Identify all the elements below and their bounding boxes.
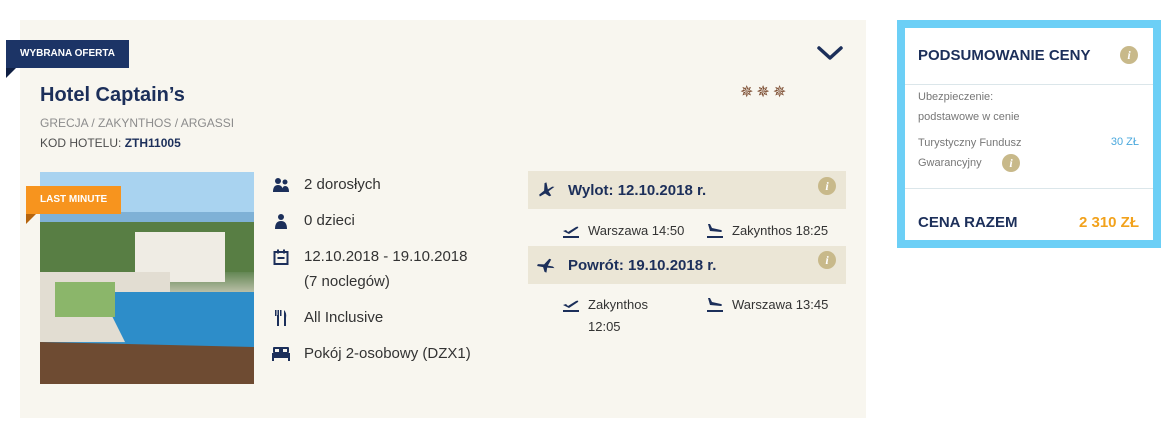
- fund-value: 30 ZŁ: [1110, 136, 1139, 148]
- trip-details: 2 dorosłych 0 dzieci 12.10.2018 - 19.10.…: [270, 172, 510, 377]
- person-icon: [270, 208, 292, 233]
- insurance-label: Ubezpieczenie:: [918, 91, 994, 103]
- hotel-code: KOD HOTELU: ZTH11005: [40, 136, 181, 150]
- outbound-flight-header: Wylot: 12.10.2018 r.: [528, 171, 846, 209]
- star-rating: ✵✵✵: [740, 84, 790, 101]
- nights-text: (7 noclegów): [304, 273, 390, 290]
- ribbon-fold: [6, 68, 16, 78]
- dates-text: 12.10.2018 - 19.10.2018: [304, 248, 468, 265]
- children-text: 0 dzieci: [304, 212, 355, 229]
- return-departure: Zakynthos 12:05: [562, 294, 648, 338]
- outbound-departure: Warszawa 14:50: [562, 220, 684, 242]
- badge-fold: [26, 214, 36, 224]
- bed-icon: [270, 341, 292, 366]
- plane-icon: [539, 182, 555, 197]
- return-departure-city: Zakynthos: [588, 297, 648, 312]
- plane-icon: [537, 258, 555, 273]
- return-departure-text-group: Zakynthos 12:05: [588, 294, 648, 338]
- board-text: All Inclusive: [304, 309, 384, 326]
- return-title: Powrót: 19.10.2018 r.: [568, 256, 717, 274]
- outbound-departure-text: Warszawa 14:50: [588, 223, 685, 238]
- return-arrival-text: Warszawa 13:45: [732, 297, 829, 312]
- dates-row: 12.10.2018 - 19.10.2018 (7 noclegów): [270, 244, 510, 294]
- hotel-code-label: KOD HOTELU:: [40, 136, 122, 150]
- fund-info-icon[interactable]: i: [1002, 154, 1020, 172]
- room-text: Pokój 2-osobowy (DZX1): [304, 345, 471, 362]
- takeoff-icon: [563, 226, 579, 238]
- total-label: CENA RAZEM: [918, 214, 1018, 231]
- fund-label-2: Gwarancyjny: [918, 157, 982, 169]
- adults-text: 2 dorosłych: [304, 176, 381, 193]
- outbound-arrival-text: Zakynthos 18:25: [732, 223, 829, 238]
- summary-divider: [905, 84, 1153, 85]
- dates-text-group: 12.10.2018 - 19.10.2018 (7 noclegów): [304, 244, 467, 294]
- outbound-title: Wylot: 12.10.2018 r.: [568, 181, 707, 199]
- summary-title: PODSUMOWANIE CENY: [918, 47, 1091, 64]
- return-departure-time: 12:05: [588, 319, 621, 334]
- board-row: All Inclusive: [270, 305, 510, 330]
- people-icon: [270, 172, 292, 197]
- landing-icon: [707, 298, 723, 312]
- return-info-icon[interactable]: i: [818, 251, 836, 269]
- hotel-name: Hotel Captain’s: [40, 84, 185, 106]
- fund-label-1: Turystyczny Fundusz: [918, 137, 1022, 149]
- return-arrival: Warszawa 13:45: [706, 294, 828, 316]
- return-flight-header: Powrót: 19.10.2018 r.: [528, 246, 846, 284]
- summary-divider: [905, 188, 1153, 189]
- last-minute-badge: LAST MINUTE: [26, 186, 122, 214]
- hotel-location: GRECJA / ZAKYNTHOS / ARGASSI: [40, 116, 235, 130]
- summary-info-icon[interactable]: i: [1120, 46, 1138, 64]
- total-price: 2 310 ZŁ: [1078, 214, 1139, 231]
- insurance-value: podstawowe w cenie: [918, 111, 1020, 123]
- price-summary: PODSUMOWANIE CENY i Ubezpieczenie: podst…: [897, 20, 1161, 248]
- takeoff-icon: [563, 300, 579, 312]
- outbound-info-icon[interactable]: i: [818, 177, 836, 195]
- selected-offer-ribbon: WYBRANA OFERTA: [6, 40, 129, 68]
- children-row: 0 dzieci: [270, 208, 510, 233]
- price-summary-panel: PODSUMOWANIE CENY i Ubezpieczenie: podst…: [905, 28, 1153, 240]
- calendar-icon: [270, 244, 292, 269]
- outbound-arrival: Zakynthos 18:25: [706, 220, 828, 242]
- adults-row: 2 dorosłych: [270, 172, 510, 197]
- fork-knife-icon: [270, 305, 292, 330]
- landing-icon: [707, 224, 723, 238]
- room-row: Pokój 2-osobowy (DZX1): [270, 341, 510, 366]
- chevron-down-icon[interactable]: [816, 44, 844, 62]
- hotel-code-value: ZTH11005: [124, 136, 181, 150]
